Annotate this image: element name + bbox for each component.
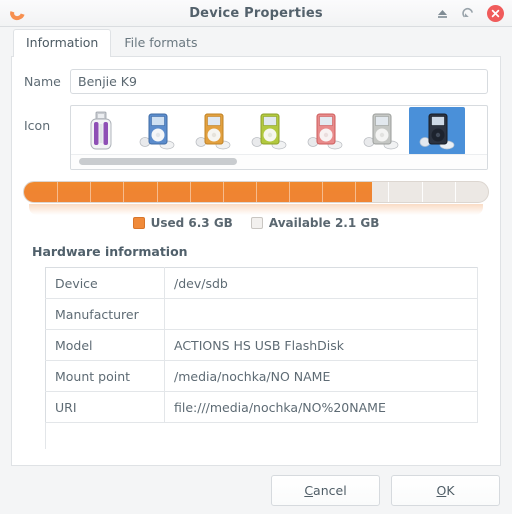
row-key: Mount point [45,360,165,392]
cancel-mnemonic: C [304,482,314,498]
icon-picker[interactable] [70,105,488,170]
row-key: Model [45,329,165,361]
tab-bar: Information File formats [0,27,512,57]
icon-picker-scrollbar[interactable] [71,154,487,169]
cancel-button[interactable]: Cancel [271,474,380,506]
eject-icon[interactable] [435,6,450,21]
ok-label-rest: K [446,482,455,498]
legend-available: Available 2.1 GB [250,216,380,230]
legend-available-swatch [250,217,263,229]
titlebar: Device Properties [0,0,512,27]
hardware-information-table: Device /dev/sdb Manufacturer Model ACTIO… [45,267,478,449]
icon-row: Icon [12,105,500,170]
dialog-footer: Cancel OK [0,466,512,514]
window-controls [435,4,504,22]
ok-mnemonic: O [436,482,447,498]
row-value: /dev/sdb [164,267,478,299]
hardware-information-title: Hardware information [32,244,188,259]
table-row: Model ACTIONS HS USB FlashDisk [45,329,478,361]
restore-icon[interactable] [461,6,476,21]
storage-bar-used [24,182,372,202]
storage-bar [23,181,489,203]
row-key: URI [45,391,165,423]
device-properties-window: Device Properties Information File forma… [0,0,512,514]
table-row: URI file:///media/nochka/NO%20NAME [45,391,478,423]
table-row-spacer [45,422,478,449]
table-row: Device /dev/sdb [45,267,478,299]
banana-logo-icon [7,3,28,23]
legend-used-label: Used 6.3 GB [150,216,233,230]
usb-flash-drive-purple-icon[interactable] [73,107,129,155]
icon-label: Icon [24,118,51,133]
storage-usage: Used 6.3 GB Available 2.1 GB [23,181,489,230]
tab-information[interactable]: Information [13,29,112,57]
legend-used-swatch [132,217,145,229]
ipod-black-icon[interactable] [409,107,465,155]
row-key: Device [45,267,165,299]
ipod-green-icon[interactable] [241,107,297,155]
row-value: /media/nochka/NO NAME [164,360,478,392]
ok-button[interactable]: OK [391,474,500,506]
tab-file-formats[interactable]: File formats [111,29,210,57]
ipod-orange-icon[interactable] [185,107,241,155]
ipod-red-icon[interactable] [297,107,353,155]
legend-used: Used 6.3 GB [132,216,233,230]
row-value: ACTIONS HS USB FlashDisk [164,329,478,361]
storage-legend: Used 6.3 GB Available 2.1 GB [23,216,489,230]
table-row: Manufacturer [45,298,478,330]
name-row: Name [12,69,500,94]
legend-available-label: Available 2.1 GB [268,216,380,230]
cancel-label-rest: ancel [313,482,347,498]
storage-bar-reflection [29,204,483,215]
row-value [164,298,478,330]
row-value: file:///media/nochka/NO%20NAME [164,391,478,423]
ipod-blue-icon[interactable] [129,107,185,155]
table-row: Mount point /media/nochka/NO NAME [45,360,478,392]
icon-strip [71,106,487,156]
close-icon[interactable] [487,4,504,22]
name-input[interactable] [70,69,488,94]
name-label: Name [24,74,61,89]
information-panel: Name Icon [11,56,501,466]
row-key: Manufacturer [45,298,165,330]
ipod-silver-icon[interactable] [353,107,409,155]
icon-picker-scroll-thumb[interactable] [79,158,237,165]
